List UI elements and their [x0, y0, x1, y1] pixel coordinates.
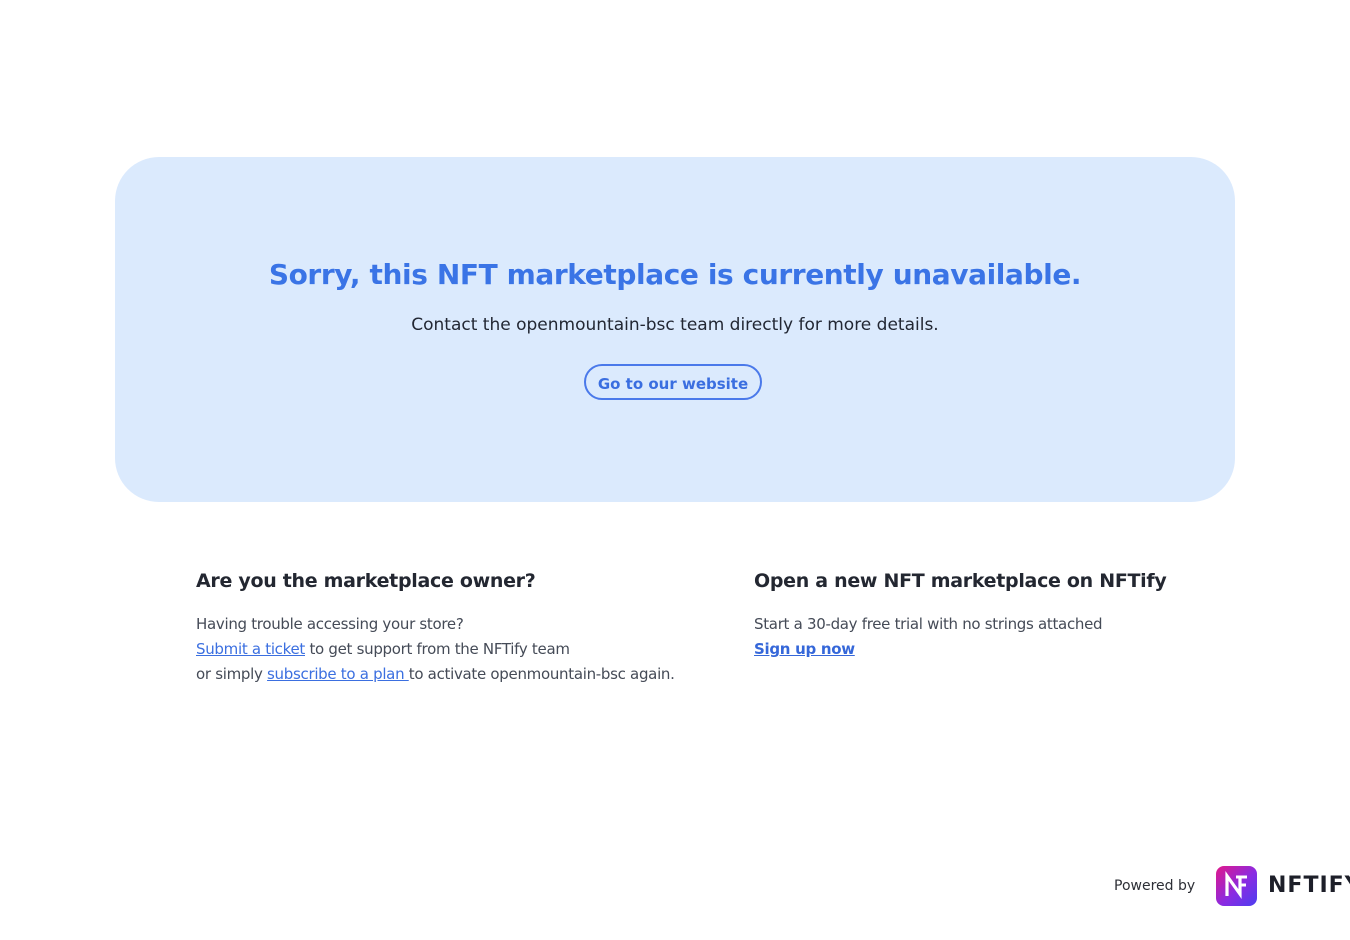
owner-line-3-text: to activate openmountain-bsc again.: [408, 665, 675, 683]
owner-line-2: Submit a ticket to get support from the …: [196, 637, 736, 662]
signup-line: Sign up now: [754, 637, 1184, 662]
powered-by-label: Powered by: [1114, 878, 1196, 894]
nftify-logo-icon: [1216, 866, 1257, 906]
owner-heading: Are you the marketplace owner?: [196, 570, 536, 592]
owner-line-3-prefix: or simply: [196, 665, 268, 683]
trial-line: Start a 30-day free trial with no string…: [754, 615, 1103, 633]
owner-line-1: Having trouble accessing your store?: [196, 615, 464, 633]
owner-line-2-text: to get support from the NFTify team: [305, 640, 570, 658]
nftify-logo[interactable]: NFTIFY: [1216, 865, 1350, 907]
owner-text: Having trouble accessing your store? Sub…: [196, 612, 736, 687]
go-to-website-button[interactable]: Go to our website: [584, 364, 762, 400]
owner-line-3: or simply subscribe to a plan to activat…: [196, 662, 736, 687]
new-marketplace-heading: Open a new NFT marketplace on NFTify: [754, 570, 1167, 592]
new-marketplace-section: Open a new NFT marketplace on NFTify Sta…: [754, 566, 1184, 662]
owner-section: Are you the marketplace owner? Having tr…: [196, 566, 736, 687]
contact-message: Contact the openmountain-bsc team direct…: [411, 315, 939, 335]
page-title: Sorry, this NFT marketplace is currently…: [268, 258, 1082, 291]
submit-ticket-link[interactable]: Submit a ticket: [196, 640, 305, 658]
sign-up-link[interactable]: Sign up now: [754, 640, 855, 658]
unavailable-banner: Sorry, this NFT marketplace is currently…: [115, 157, 1235, 502]
nftify-wordmark: NFTIFY: [1268, 873, 1350, 898]
new-marketplace-text: Start a 30-day free trial with no string…: [754, 612, 1184, 662]
subscribe-plan-link[interactable]: subscribe to a plan: [267, 665, 409, 683]
